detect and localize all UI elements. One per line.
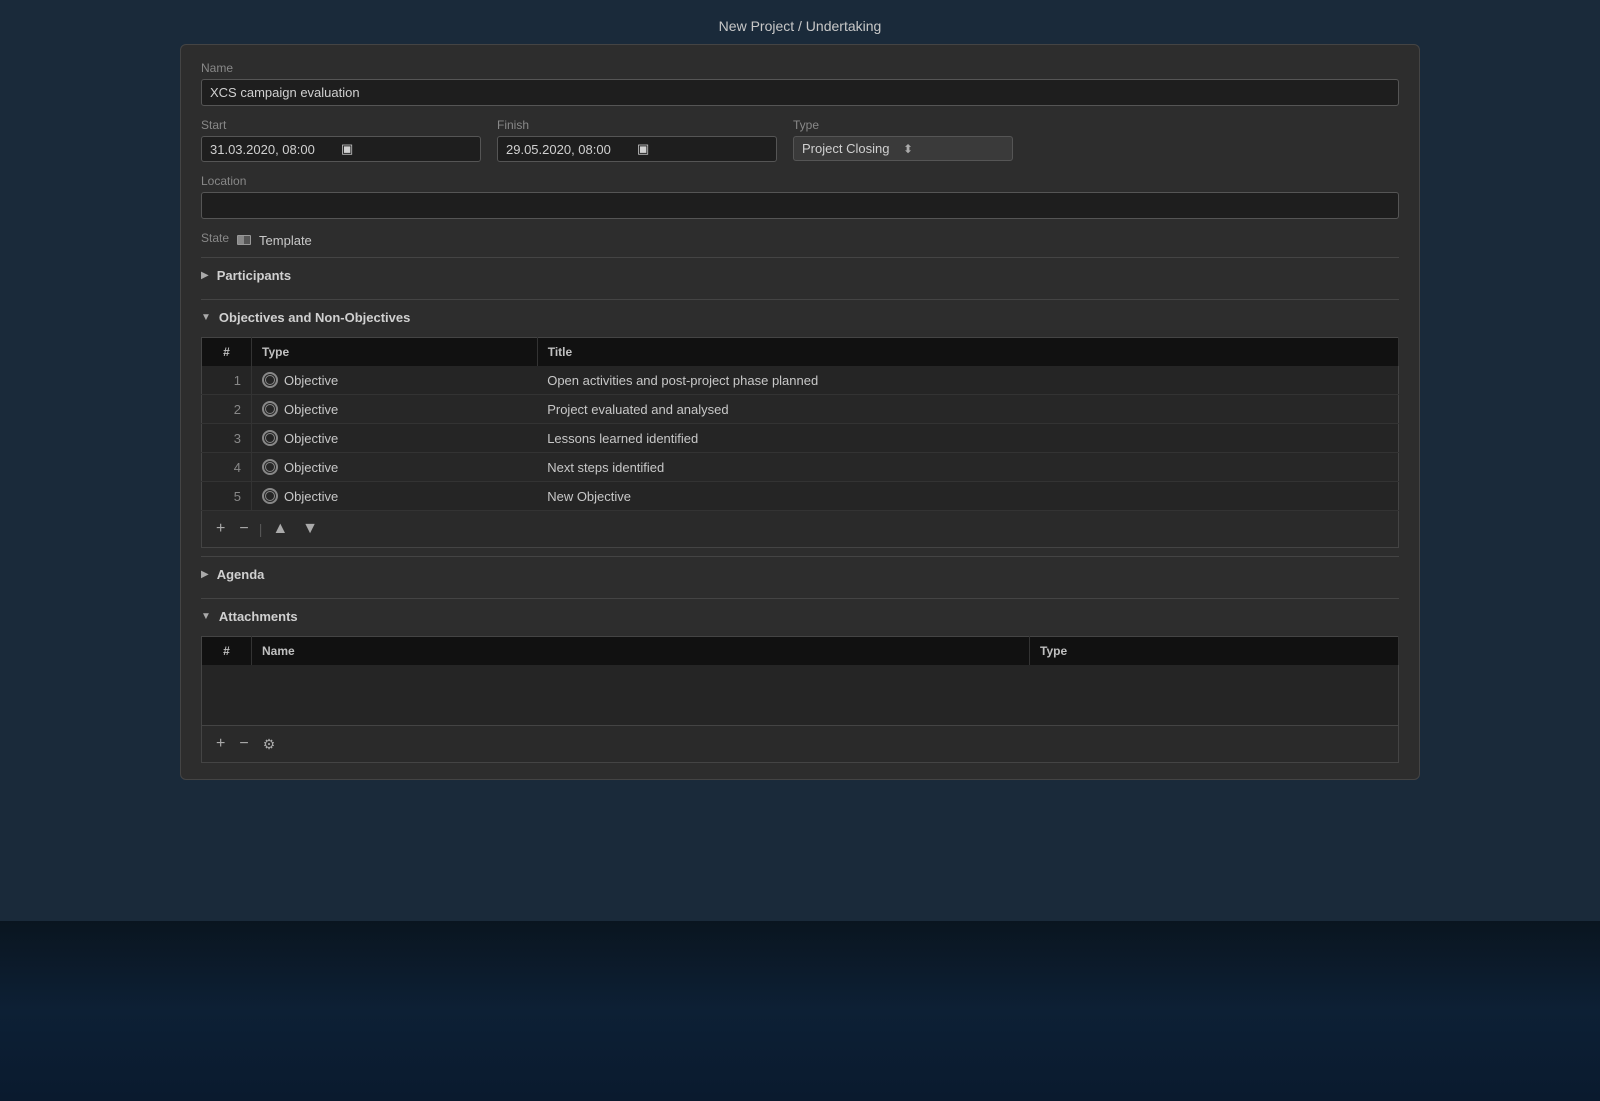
dialog-panel: Name Start 31.03.2020, 08:00 ▣ Finish 29…	[180, 44, 1420, 780]
row-title: New Objective	[537, 482, 1398, 511]
state-value: Template	[259, 233, 312, 248]
attachments-section-header[interactable]: ▼ Attachments	[201, 598, 1399, 632]
type-label: Type	[793, 118, 1013, 132]
table-row: 3 Objective Lessons learned identified	[202, 424, 1399, 453]
toolbar-separator: |	[259, 521, 263, 537]
col-header-type: Type	[252, 338, 538, 367]
add-objective-button[interactable]: +	[212, 519, 229, 539]
location-label: Location	[201, 174, 1399, 188]
att-col-header-type: Type	[1030, 637, 1399, 666]
row-type: Objective	[252, 366, 538, 395]
state-icon	[237, 235, 251, 245]
row-num: 5	[202, 482, 252, 511]
location-field-group: Location	[201, 174, 1399, 219]
attachments-collapse-icon: ▼	[201, 611, 211, 622]
agenda-collapse-icon: ▶	[201, 569, 209, 580]
attachment-settings-button[interactable]: ⚙	[259, 735, 280, 753]
row-title: Open activities and post-project phase p…	[537, 366, 1398, 395]
row-type: Objective	[252, 482, 538, 511]
type-select[interactable]: Project Closing ⬍	[793, 136, 1013, 161]
start-calendar-icon[interactable]: ▣	[341, 141, 472, 157]
objective-type-icon	[262, 372, 278, 388]
att-col-header-num: #	[202, 637, 252, 666]
col-header-title: Title	[537, 338, 1398, 367]
finish-label: Finish	[497, 118, 777, 132]
row-title: Next steps identified	[537, 453, 1398, 482]
agenda-section-header[interactable]: ▶ Agenda	[201, 556, 1399, 590]
date-type-row: Start 31.03.2020, 08:00 ▣ Finish 29.05.2…	[201, 118, 1399, 162]
objectives-table: # Type Title 1 Objective Open activities…	[201, 337, 1399, 511]
objective-type-icon	[262, 488, 278, 504]
att-col-header-name: Name	[252, 637, 1030, 666]
name-field-group: Name	[201, 61, 1399, 106]
window-title: New Project / Undertaking	[180, 10, 1420, 44]
row-num: 1	[202, 366, 252, 395]
table-row: 4 Objective Next steps identified	[202, 453, 1399, 482]
move-down-button[interactable]: ▼	[298, 519, 322, 539]
table-row: 2 Objective Project evaluated and analys…	[202, 395, 1399, 424]
location-input[interactable]	[201, 192, 1399, 219]
objective-type-icon	[262, 401, 278, 417]
finish-input[interactable]: 29.05.2020, 08:00 ▣	[497, 136, 777, 162]
finish-calendar-icon[interactable]: ▣	[637, 141, 768, 157]
objectives-title: Objectives and Non-Objectives	[219, 310, 410, 325]
table-row: 5 Objective New Objective	[202, 482, 1399, 511]
row-num: 4	[202, 453, 252, 482]
attachments-table: # Name Type	[201, 636, 1399, 726]
start-label: Start	[201, 118, 481, 132]
finish-value: 29.05.2020, 08:00	[506, 142, 637, 157]
add-attachment-button[interactable]: +	[212, 734, 229, 754]
objectives-collapse-icon: ▼	[201, 312, 211, 323]
attachments-title: Attachments	[219, 609, 298, 624]
row-num: 2	[202, 395, 252, 424]
type-value: Project Closing	[802, 141, 903, 156]
background-scene	[0, 921, 1600, 1101]
remove-objective-button[interactable]: −	[235, 519, 252, 539]
objective-type-icon	[262, 459, 278, 475]
objectives-section-header[interactable]: ▼ Objectives and Non-Objectives	[201, 299, 1399, 333]
type-arrow-icon: ⬍	[903, 142, 1004, 156]
start-field-group: Start 31.03.2020, 08:00 ▣	[201, 118, 481, 162]
name-label: Name	[201, 61, 1399, 75]
row-type: Objective	[252, 453, 538, 482]
move-up-button[interactable]: ▲	[268, 519, 292, 539]
participants-section-header[interactable]: ▶ Participants	[201, 257, 1399, 291]
type-field-group: Type Project Closing ⬍	[793, 118, 1013, 162]
name-input[interactable]	[201, 79, 1399, 106]
start-value: 31.03.2020, 08:00	[210, 142, 341, 157]
table-row	[202, 665, 1399, 726]
state-row: State Template	[201, 231, 1399, 249]
state-label: State	[201, 231, 229, 245]
objective-type-icon	[262, 430, 278, 446]
objectives-toolbar: + − | ▲ ▼	[201, 511, 1399, 548]
row-title: Project evaluated and analysed	[537, 395, 1398, 424]
agenda-title: Agenda	[217, 567, 265, 582]
start-input[interactable]: 31.03.2020, 08:00 ▣	[201, 136, 481, 162]
col-header-num: #	[202, 338, 252, 367]
attachments-toolbar: + − ⚙	[201, 726, 1399, 763]
row-title: Lessons learned identified	[537, 424, 1398, 453]
table-row: 1 Objective Open activities and post-pro…	[202, 366, 1399, 395]
row-type: Objective	[252, 395, 538, 424]
row-type: Objective	[252, 424, 538, 453]
participants-collapse-icon: ▶	[201, 270, 209, 281]
finish-field-group: Finish 29.05.2020, 08:00 ▣	[497, 118, 777, 162]
remove-attachment-button[interactable]: −	[235, 734, 252, 754]
participants-title: Participants	[217, 268, 291, 283]
row-num: 3	[202, 424, 252, 453]
